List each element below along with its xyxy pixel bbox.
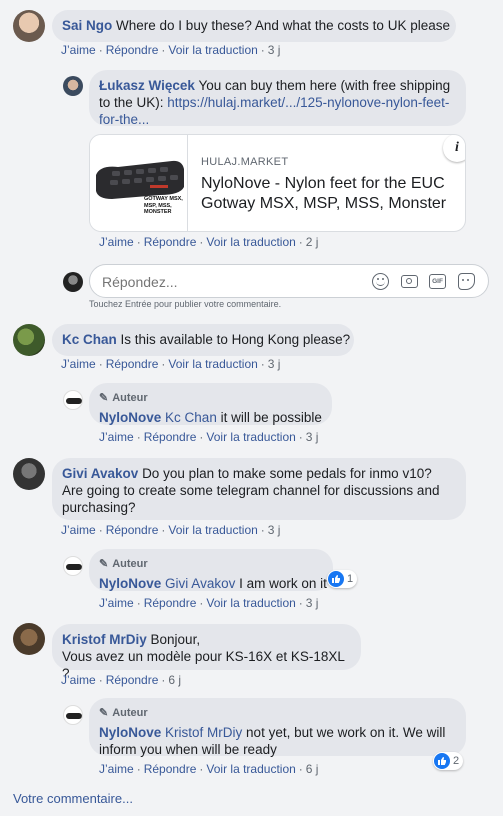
reply-link[interactable]: Répondre bbox=[144, 596, 197, 610]
like-link[interactable]: J’aime bbox=[99, 762, 134, 776]
comment-actions: J’aime · Répondre · Voir la traduction · 3 j bbox=[61, 43, 281, 57]
timestamp[interactable]: 6 j bbox=[168, 673, 181, 687]
comment-actions: J’aime · Répondre · Voir la traduction · 3 j bbox=[61, 523, 281, 537]
avatar-lukasz[interactable] bbox=[63, 76, 83, 96]
translate-link[interactable]: Voir la traduction bbox=[206, 430, 295, 444]
translate-link[interactable]: Voir la traduction bbox=[168, 523, 257, 537]
reply-text: it will be possible bbox=[216, 410, 322, 425]
euc-feet-image-icon bbox=[96, 160, 184, 199]
timestamp[interactable]: 2 j bbox=[306, 235, 319, 249]
thumbs-up-icon bbox=[434, 753, 450, 769]
info-button[interactable]: i bbox=[443, 135, 465, 162]
reaction-count[interactable]: 2 bbox=[433, 752, 464, 770]
translate-link[interactable]: Voir la traduction bbox=[206, 762, 295, 776]
reply-actions: J’aime · Répondre · Voir la traduction · 3 j bbox=[99, 430, 319, 444]
author-badge: ✎ Auteur bbox=[99, 556, 321, 573]
reply-link[interactable]: Répondre bbox=[144, 430, 197, 444]
comment-text: Where do I buy these? And what the costs… bbox=[116, 18, 450, 33]
write-comment-link[interactable]: Votre commentaire... bbox=[13, 791, 133, 806]
translate-link[interactable]: Voir la traduction bbox=[168, 357, 257, 371]
camera-icon[interactable] bbox=[401, 275, 418, 288]
pencil-icon: ✎ bbox=[99, 707, 109, 719]
comment-author[interactable]: Givi Avakov bbox=[62, 466, 138, 481]
preview-thumbnail: GOTWAY MSX, MSP, MSS, MONSTER bbox=[90, 135, 188, 231]
comment-bubble: Givi Avakov Do you plan to make some ped… bbox=[52, 458, 466, 520]
preview-domain: HULAJ.MARKET bbox=[201, 156, 289, 168]
comment-actions: J’aime · Répondre · 6 j bbox=[61, 673, 182, 687]
reply-actions: J’aime · Répondre · Voir la traduction · 6 j bbox=[99, 762, 319, 776]
emoji-icon[interactable] bbox=[372, 273, 389, 290]
like-link[interactable]: J’aime bbox=[61, 357, 96, 371]
reply-author[interactable]: NyloNove bbox=[99, 576, 161, 591]
reply-link[interactable]: Répondre bbox=[144, 762, 197, 776]
avatar-nylonove[interactable] bbox=[63, 705, 83, 725]
timestamp[interactable]: 3 j bbox=[268, 43, 281, 57]
sticker-icon[interactable] bbox=[458, 273, 475, 290]
reply-author[interactable]: Łukasz Więcek bbox=[99, 78, 195, 93]
thumbs-up-icon bbox=[328, 571, 344, 587]
reply-actions: J’aime · Répondre · Voir la traduction · 3 j bbox=[99, 596, 319, 610]
avatar-kc-chan[interactable] bbox=[13, 324, 45, 356]
timestamp[interactable]: 3 j bbox=[306, 430, 319, 444]
comment-text: Is this available to Hong Kong please? bbox=[120, 332, 351, 347]
translate-link[interactable]: Voir la traduction bbox=[206, 235, 295, 249]
info-icon: i bbox=[455, 140, 459, 155]
reply-text: I am work on it bbox=[235, 576, 327, 591]
like-link[interactable]: J’aime bbox=[99, 430, 134, 444]
preview-title[interactable]: NyloNove - Nylon feet for the EUC Gotway… bbox=[201, 174, 463, 214]
author-badge: ✎ Auteur bbox=[99, 390, 320, 407]
reply-link[interactable]: Répondre bbox=[106, 523, 159, 537]
timestamp[interactable]: 6 j bbox=[306, 762, 319, 776]
comment-text-line1: Bonjour, bbox=[150, 632, 201, 647]
reply-composer[interactable]: GIF bbox=[89, 264, 489, 298]
reply-link[interactable]: Répondre bbox=[106, 673, 159, 687]
avatar-sai-ngo[interactable] bbox=[13, 10, 45, 42]
like-link[interactable]: J’aime bbox=[61, 673, 96, 687]
comment-bubble: Kc Chan Is this available to Hong Kong p… bbox=[52, 324, 354, 356]
reply-input[interactable] bbox=[102, 272, 362, 292]
avatar-nylonove[interactable] bbox=[63, 390, 83, 410]
composer-hint: Touchez Entrée pour publier votre commen… bbox=[89, 299, 282, 309]
comment-bubble: Kristof MrDiy Bonjour, Vous avez un modè… bbox=[52, 624, 361, 681]
reply-link[interactable]: Répondre bbox=[106, 357, 159, 371]
mention[interactable]: Givi Avakov bbox=[165, 576, 235, 591]
reply-link[interactable]: Répondre bbox=[144, 235, 197, 249]
reply-author[interactable]: NyloNove bbox=[99, 410, 161, 425]
composer-avatar bbox=[63, 272, 83, 292]
author-badge: ✎ Auteur bbox=[99, 705, 454, 722]
reply-bubble: ✎ Auteur NyloNove Kristof MrDiy not yet, … bbox=[89, 698, 466, 757]
comment-actions: J’aime · Répondre · Voir la traduction · 3 j bbox=[61, 357, 281, 371]
avatar-kristof-mrdiy[interactable] bbox=[13, 623, 45, 655]
link-preview-card[interactable]: GOTWAY MSX, MSP, MSS, MONSTER HULAJ.MARK… bbox=[89, 134, 466, 232]
avatar-nylonove[interactable] bbox=[63, 556, 83, 576]
timestamp[interactable]: 3 j bbox=[268, 523, 281, 537]
translate-link[interactable]: Voir la traduction bbox=[168, 43, 257, 57]
thumb-caption: GOTWAY MSX, MSP, MSS, MONSTER bbox=[144, 196, 183, 215]
like-link[interactable]: J’aime bbox=[61, 43, 96, 57]
pencil-icon: ✎ bbox=[99, 392, 109, 404]
like-link[interactable]: J’aime bbox=[99, 596, 134, 610]
pencil-icon: ✎ bbox=[99, 558, 109, 570]
mention[interactable]: Kc Chan bbox=[165, 410, 217, 425]
reply-bubble: ✎ Auteur NyloNove Givi Avakov I am work o… bbox=[89, 549, 333, 591]
reaction-count[interactable]: 1 bbox=[327, 570, 358, 588]
avatar-givi-avakov[interactable] bbox=[13, 458, 45, 490]
comment-bubble: Sai Ngo Where do I buy these? And what t… bbox=[52, 10, 456, 42]
translate-link[interactable]: Voir la traduction bbox=[206, 596, 295, 610]
timestamp[interactable]: 3 j bbox=[306, 596, 319, 610]
like-link[interactable]: J’aime bbox=[61, 523, 96, 537]
reply-author[interactable]: NyloNove bbox=[99, 725, 161, 740]
reply-actions: J’aime · Répondre · Voir la traduction · 2 j bbox=[99, 235, 319, 249]
reply-bubble: Łukasz Więcek You can buy them here (wit… bbox=[89, 70, 466, 127]
reply-bubble: ✎ Auteur NyloNove Kc Chan it will be poss… bbox=[89, 383, 332, 425]
reply-link[interactable]: Répondre bbox=[106, 43, 159, 57]
mention[interactable]: Kristof MrDiy bbox=[165, 725, 242, 740]
comment-author[interactable]: Sai Ngo bbox=[62, 18, 112, 33]
gif-icon[interactable]: GIF bbox=[429, 274, 446, 289]
timestamp[interactable]: 3 j bbox=[268, 357, 281, 371]
comment-author[interactable]: Kc Chan bbox=[62, 332, 117, 347]
comment-author[interactable]: Kristof MrDiy bbox=[62, 632, 147, 647]
like-link[interactable]: J’aime bbox=[99, 235, 134, 249]
